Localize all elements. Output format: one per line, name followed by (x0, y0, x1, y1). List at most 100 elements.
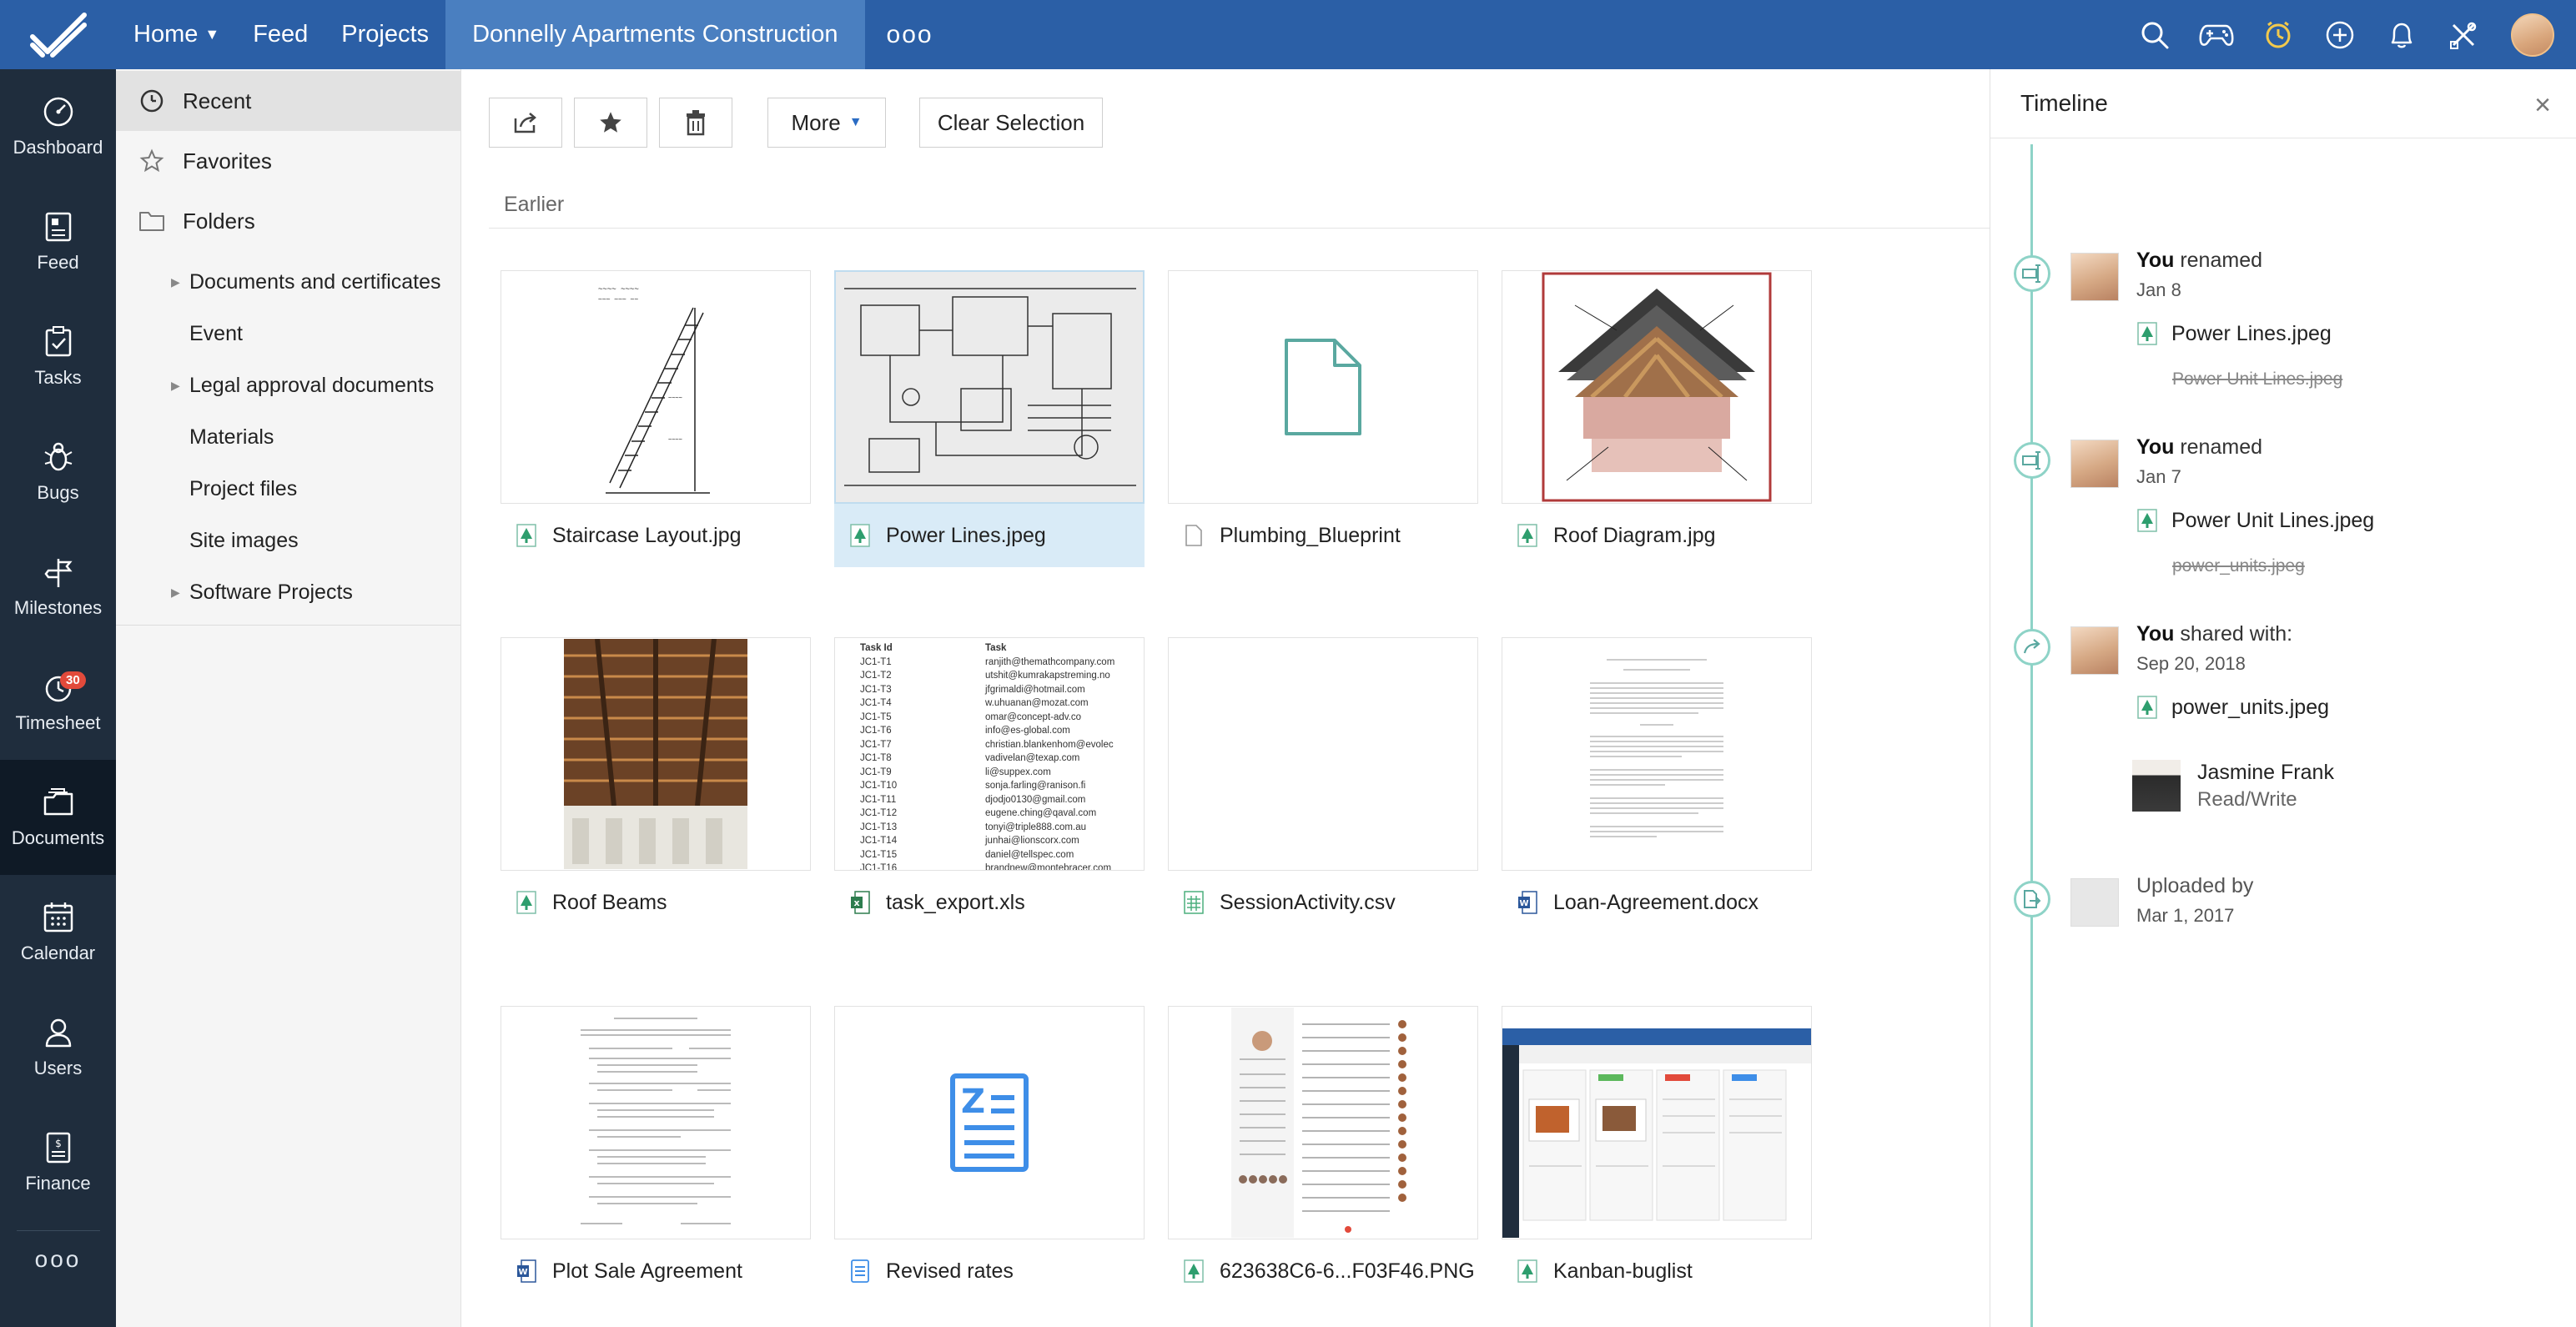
file-card[interactable]: Roof Beams (501, 637, 811, 934)
table-cell: JC1-T16 (860, 863, 898, 871)
subfolder-item[interactable]: Materials (116, 411, 460, 463)
star-icon (600, 112, 621, 133)
action-text: renamed (2180, 435, 2262, 459)
rail-item-milestones[interactable]: Milestones (0, 530, 116, 645)
action-text: shared with: (2180, 622, 2293, 646)
subfolder-item[interactable]: Project files (116, 463, 460, 515)
table-cell: daniel@tellspec.com (985, 849, 1074, 860)
expand-triangle-icon[interactable]: ▶ (171, 275, 189, 289)
timeline-date: Jan 7 (2136, 466, 2181, 487)
avatar-placeholder (2070, 878, 2119, 927)
rail-label: Bugs (37, 482, 79, 503)
favorite-button[interactable] (574, 98, 647, 148)
folder-icon (138, 207, 166, 235)
table-header: Task (985, 643, 1007, 653)
table-cell: JC1-T11 (860, 794, 897, 805)
nav-feed[interactable]: Feed (236, 0, 325, 69)
file-card[interactable]: Task Id Task JC1-T1 ranjith@themathcompany… (834, 637, 1145, 934)
folder-folders[interactable]: Folders (116, 191, 460, 251)
file-card[interactable]: SessionActivity.csv (1168, 637, 1478, 934)
subfolder-item[interactable]: Event (116, 308, 460, 359)
table-row: JC1-T10 sonja.farling@ranison.fi (860, 779, 1135, 793)
file-card[interactable]: ~~~~ ~~~~ ~~~ ~~~ ~~ ~~~~ ~~~~ Staircase… (501, 270, 811, 567)
delete-button[interactable] (659, 98, 732, 148)
timeline-file[interactable]: power_units.jpeg (2136, 695, 2329, 720)
share-icon (2014, 629, 2050, 666)
file-card-selected[interactable]: Power Lines.jpeg (834, 270, 1145, 567)
table-cell: jfgrimaldi@hotmail.com (985, 684, 1085, 695)
table-cell: JC1-T8 (860, 753, 892, 763)
file-thumbnail (1502, 637, 1812, 871)
subfolder-item[interactable]: ▶ Software Projects (116, 566, 460, 618)
file-card[interactable]: Z Revised rates (834, 1006, 1145, 1303)
rail-item-documents[interactable]: Documents (0, 760, 116, 875)
file-name-text: Staircase Layout.jpg (552, 523, 742, 547)
rail-item-calendar[interactable]: Calendar (0, 875, 116, 990)
file-name: Power Lines.jpeg (834, 504, 1145, 567)
rail-item-users[interactable]: Users (0, 990, 116, 1105)
file-card[interactable]: Kanban-buglist (1502, 1006, 1812, 1303)
expand-triangle-icon[interactable]: ▶ (171, 379, 189, 393)
search-icon[interactable] (2124, 0, 2186, 69)
file-name: 623638C6-6...F03F46.PNG (1168, 1239, 1478, 1303)
subfolder-item[interactable]: ▶ Documents and certificates (116, 256, 460, 308)
user-avatar[interactable] (2511, 13, 2554, 57)
nav-projects[interactable]: Projects (325, 0, 445, 69)
file-card[interactable]: W Loan-Agreement.docx (1502, 637, 1812, 934)
file-card[interactable]: 623638C6-6...F03F46.PNG (1168, 1006, 1478, 1303)
image-file-icon (516, 523, 537, 548)
current-project-tab[interactable]: Donnelly Apartments Construction (445, 0, 865, 69)
nav-home[interactable]: Home ▼ (117, 0, 236, 69)
timer-icon[interactable] (2247, 0, 2309, 69)
subfolder-item[interactable]: ▶ Legal approval documents (116, 359, 460, 411)
close-icon[interactable]: × (2534, 89, 2551, 122)
file-card[interactable]: Plumbing_Blueprint (1168, 270, 1478, 567)
timeline-file[interactable]: Power Unit Lines.jpeg (2136, 508, 2374, 533)
clear-selection-button[interactable]: Clear Selection (919, 98, 1103, 148)
add-icon[interactable] (2309, 0, 2371, 69)
subfolder-label: Legal approval documents (189, 373, 435, 397)
rail-item-dashboard[interactable]: Dashboard (0, 69, 116, 184)
app-logo-icon[interactable] (0, 0, 117, 69)
file-thumbnail (834, 270, 1145, 504)
rail-item-bugs[interactable]: Bugs (0, 415, 116, 530)
table-cell: sonja.farling@ranison.fi (985, 781, 1086, 791)
image-file-icon (2136, 695, 2158, 720)
more-nav-icon[interactable]: ooo (865, 21, 955, 49)
file-card[interactable]: Roof Diagram.jpg (1502, 270, 1812, 567)
table-row: JC1-T2 utshit@kumrakapstreming.no (860, 669, 1135, 683)
folder-recent[interactable]: Recent (116, 71, 460, 131)
subfolder-item[interactable]: Site images (116, 515, 460, 566)
rail-label: Milestones (13, 597, 103, 618)
rail-more-icon[interactable]: ooo (0, 1246, 116, 1273)
timeline-date: Sep 20, 2018 (2136, 653, 2246, 674)
subfolder-label: Site images (189, 528, 299, 552)
bell-icon[interactable] (2371, 0, 2433, 69)
rail-item-feed[interactable]: Feed (0, 184, 116, 299)
file-name-text: Power Lines.jpeg (886, 523, 1046, 547)
timeline-date: Mar 1, 2017 (2136, 905, 2235, 926)
share-button[interactable] (489, 98, 562, 148)
table-cell: christian.blankenhom@evolec (985, 739, 1114, 750)
rail-item-tasks[interactable]: Tasks (0, 299, 116, 415)
file-card[interactable]: W Plot Sale Agreement (501, 1006, 811, 1303)
expand-triangle-icon[interactable]: ▶ (171, 586, 189, 600)
more-dropdown[interactable]: More ▼ (767, 98, 886, 148)
table-cell: JC1-T12 (860, 808, 898, 818)
writer-document-icon: Z (950, 1073, 1029, 1172)
rail-item-finance[interactable]: $ Finance (0, 1105, 116, 1220)
timeline-file[interactable]: Power Lines.jpeg (2136, 321, 2332, 346)
timesheet-badge: 30 (60, 671, 86, 689)
gamepad-icon[interactable] (2186, 0, 2247, 69)
subfolder-label: Materials (189, 425, 274, 449)
table-row: JC1-T12 eugene.ching@qaval.com (860, 807, 1135, 821)
rail-item-timesheet[interactable]: 30 Timesheet (0, 645, 116, 760)
rail-label: Calendar (20, 942, 96, 963)
tools-icon[interactable] (2433, 0, 2494, 69)
folder-favorites[interactable]: Favorites (116, 131, 460, 191)
clock-icon (138, 87, 166, 115)
file-name-text: Power Lines.jpeg (2171, 321, 2332, 345)
writer-file-icon (849, 1259, 871, 1284)
image-file-icon (1517, 1259, 1538, 1284)
file-name-text: Loan-Agreement.docx (1553, 890, 1758, 914)
